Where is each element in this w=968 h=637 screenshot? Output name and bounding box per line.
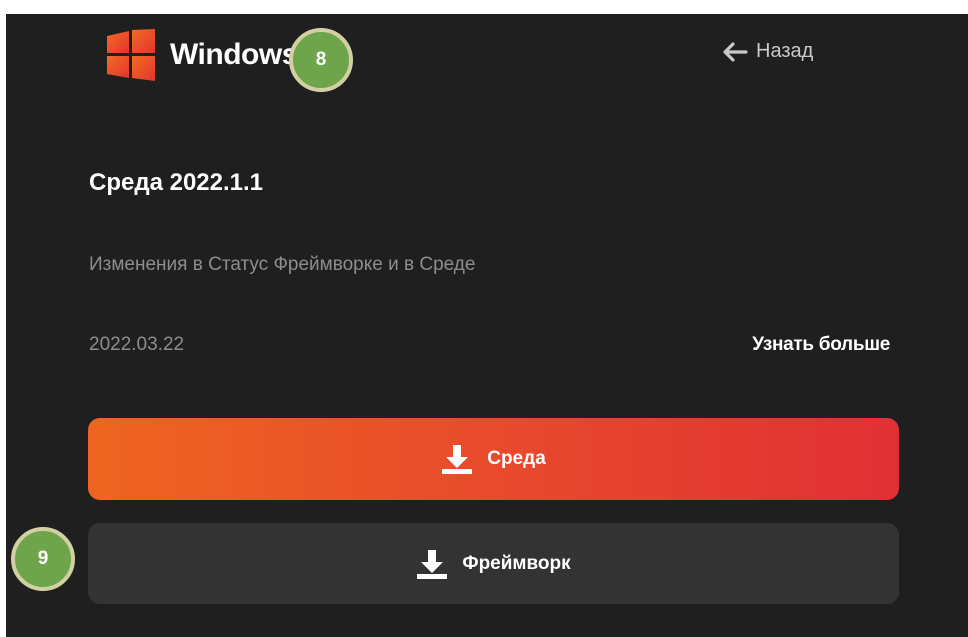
release-date: 2022.03.22 bbox=[89, 334, 185, 355]
back-label: Назад bbox=[756, 40, 814, 62]
download-environment-label: Среда bbox=[487, 448, 546, 469]
brand-name: Windows bbox=[170, 38, 298, 71]
learn-more-link[interactable]: Узнать больше bbox=[752, 334, 890, 356]
windows-logo-icon bbox=[107, 29, 155, 81]
step-badge-8: 8 bbox=[289, 28, 353, 92]
download-environment-button[interactable]: Среда bbox=[88, 418, 899, 500]
download-framework-button[interactable]: Фреймворк bbox=[88, 523, 899, 604]
download-framework-label: Фреймворк bbox=[462, 552, 571, 574]
download-panel: Windows Назад Среда 2022.1.1 Изменения в… bbox=[6, 14, 968, 637]
download-icon bbox=[417, 549, 448, 579]
release-title: Среда 2022.1.1 bbox=[89, 169, 264, 196]
download-icon bbox=[442, 445, 473, 474]
step-badge-9: 9 bbox=[11, 527, 75, 591]
arrow-left-icon bbox=[723, 41, 748, 62]
back-link[interactable]: Назад bbox=[722, 40, 813, 63]
release-description: Изменения в Статус Фреймворке и в Среде bbox=[89, 254, 476, 275]
